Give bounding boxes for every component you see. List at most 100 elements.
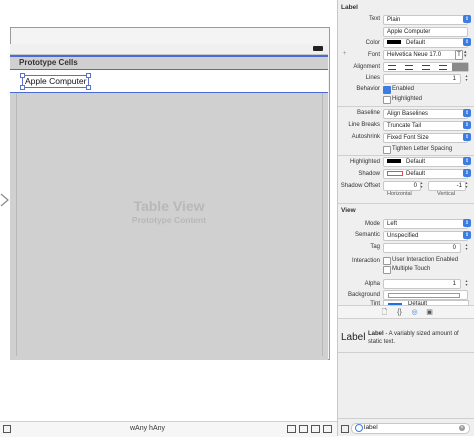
shadow-horizontal-value: 0	[413, 183, 417, 189]
multiple-touch-checkbox[interactable]	[383, 266, 391, 274]
shadow-value: Default	[406, 171, 426, 177]
shadow-stepper-icon[interactable]: ⇕	[463, 169, 471, 177]
resize-handle[interactable]	[86, 85, 92, 90]
filter-icon	[355, 424, 363, 432]
mode-popup[interactable]: Left	[383, 219, 468, 229]
align-right-icon[interactable]	[422, 65, 430, 70]
align-left-icon[interactable]	[388, 65, 396, 70]
autoshrink-stepper-icon[interactable]: ⇕	[463, 133, 471, 141]
resize-handle[interactable]	[86, 73, 92, 78]
line-breaks-popup[interactable]: Truncate Tail	[383, 121, 468, 131]
color-swatch	[387, 40, 401, 44]
baseline-popup[interactable]: Align Baselines	[383, 109, 468, 119]
tighten-spacing-checkbox[interactable]	[383, 146, 391, 154]
interaction-label: Interaction	[351, 258, 380, 264]
text-type-stepper-icon[interactable]: ⇕	[463, 15, 471, 23]
library-grid-toggle-icon[interactable]	[341, 425, 349, 433]
lines-label: Lines	[365, 75, 380, 81]
file-template-icon[interactable]: 🗋	[381, 309, 388, 316]
divider	[338, 318, 474, 319]
tag-value: 0	[452, 245, 456, 251]
shadow-horizontal-field[interactable]: 0	[383, 181, 421, 191]
text-content-field[interactable]: Apple Computer	[383, 27, 468, 37]
text-content-value: Apple Computer	[387, 29, 431, 35]
align-natural-icon[interactable]	[452, 63, 468, 71]
library-item-name: Label	[368, 331, 384, 337]
semantic-value: Unspecified	[387, 233, 419, 239]
font-plus-icon[interactable]: +	[343, 51, 347, 57]
align-center-icon[interactable]	[405, 65, 413, 70]
baseline-stepper-icon[interactable]: ⇕	[463, 109, 471, 117]
clear-filter-icon[interactable]: ×	[459, 425, 465, 431]
library-item-description: Label - A variably sized amount of stati…	[368, 330, 470, 346]
font-field[interactable]: Helvetica Neue 17.0	[383, 50, 456, 60]
view-section-title: View	[341, 207, 356, 214]
highlighted-color-stepper-icon[interactable]: ⇕	[463, 157, 471, 165]
lines-field[interactable]: 1	[383, 74, 461, 84]
shadow-vertical-value: -1	[456, 183, 462, 189]
prototype-cells-header: Prototype Cells	[10, 57, 328, 69]
battery-icon	[313, 46, 323, 51]
shadow-vertical-stepper[interactable]: ▴ ▾	[464, 181, 469, 189]
divider	[338, 418, 474, 419]
shadow-vertical-field[interactable]: -1	[428, 181, 466, 191]
object-library-icon[interactable]: ◎	[411, 309, 418, 316]
color-stepper-icon[interactable]: ⇕	[463, 38, 471, 46]
horizontal-caption: Horizontal	[387, 191, 412, 197]
resolve-icon[interactable]	[323, 425, 332, 433]
pin-icon[interactable]	[311, 425, 320, 433]
autoshrink-label: Autoshrink	[351, 134, 380, 140]
autoshrink-value: Fixed Font Size	[387, 135, 429, 141]
autoshrink-popup[interactable]: Fixed Font Size	[383, 133, 468, 143]
user-interaction-checkbox[interactable]	[383, 257, 391, 265]
library-filter-value: label	[364, 424, 378, 431]
code-snippet-icon[interactable]: {}	[396, 309, 403, 316]
divider	[338, 106, 474, 107]
size-class-control[interactable]: wAny hAny	[130, 425, 165, 432]
mode-label: Mode	[364, 221, 380, 227]
shadow-horizontal-stepper[interactable]: ▴ ▾	[419, 181, 424, 189]
highlighted-checkbox[interactable]	[383, 96, 391, 104]
resize-handle[interactable]	[20, 73, 25, 78]
cell-label[interactable]: Apple Computer	[20, 73, 92, 90]
align-justify-icon[interactable]	[439, 65, 447, 70]
resize-handle[interactable]	[20, 85, 25, 90]
lines-value: 1	[452, 76, 456, 82]
font-size-stepper[interactable]: ▴ ▾	[464, 50, 470, 59]
entry-point-arrow-icon[interactable]	[0, 193, 10, 207]
shadow-offset-label: Shadow Offset	[340, 183, 380, 189]
alpha-field[interactable]: 1	[383, 279, 461, 289]
background-swatch	[388, 293, 460, 298]
color-label: Color	[365, 40, 380, 46]
line-breaks-stepper-icon[interactable]: ⇕	[463, 121, 471, 129]
align-icon[interactable]	[299, 425, 308, 433]
enabled-label: Enabled	[392, 86, 415, 92]
document-outline-toggle-icon[interactable]	[3, 425, 11, 433]
user-interaction-label: User Interaction Enabled	[392, 257, 459, 263]
tag-field[interactable]: 0	[383, 243, 461, 253]
font-value: Helvetica Neue 17.0	[387, 52, 442, 58]
stack-icon[interactable]	[287, 425, 296, 433]
tag-stepper[interactable]: ▴ ▾	[464, 243, 469, 251]
shadow-label: Shadow	[358, 171, 380, 177]
text-type-value: Plain	[387, 17, 401, 23]
enabled-checkbox[interactable]	[383, 86, 391, 94]
font-picker-icon[interactable]: T	[455, 50, 463, 60]
semantic-popup[interactable]: Unspecified	[383, 231, 468, 241]
semantic-label: Semantic	[354, 232, 380, 238]
semantic-stepper-icon[interactable]: ⇕	[463, 231, 471, 239]
mode-stepper-icon[interactable]: ⇕	[463, 219, 471, 227]
library-tab-bar	[338, 306, 474, 318]
text-type-popup[interactable]: Plain	[383, 15, 468, 25]
alpha-stepper[interactable]: ▴ ▾	[464, 279, 469, 287]
lines-stepper[interactable]: ▴ ▾	[464, 74, 469, 82]
alpha-label: Alpha	[364, 281, 380, 287]
highlighted-color-value: Default	[406, 159, 426, 165]
color-value: Default	[406, 40, 426, 46]
media-library-icon[interactable]: ▣	[426, 309, 433, 316]
mode-value: Left	[387, 221, 398, 227]
table-view-subtitle: Prototype Content	[131, 215, 207, 225]
background-label: Background	[347, 292, 380, 298]
background-popup[interactable]	[383, 290, 468, 300]
alignment-segmented-control[interactable]	[383, 62, 469, 72]
